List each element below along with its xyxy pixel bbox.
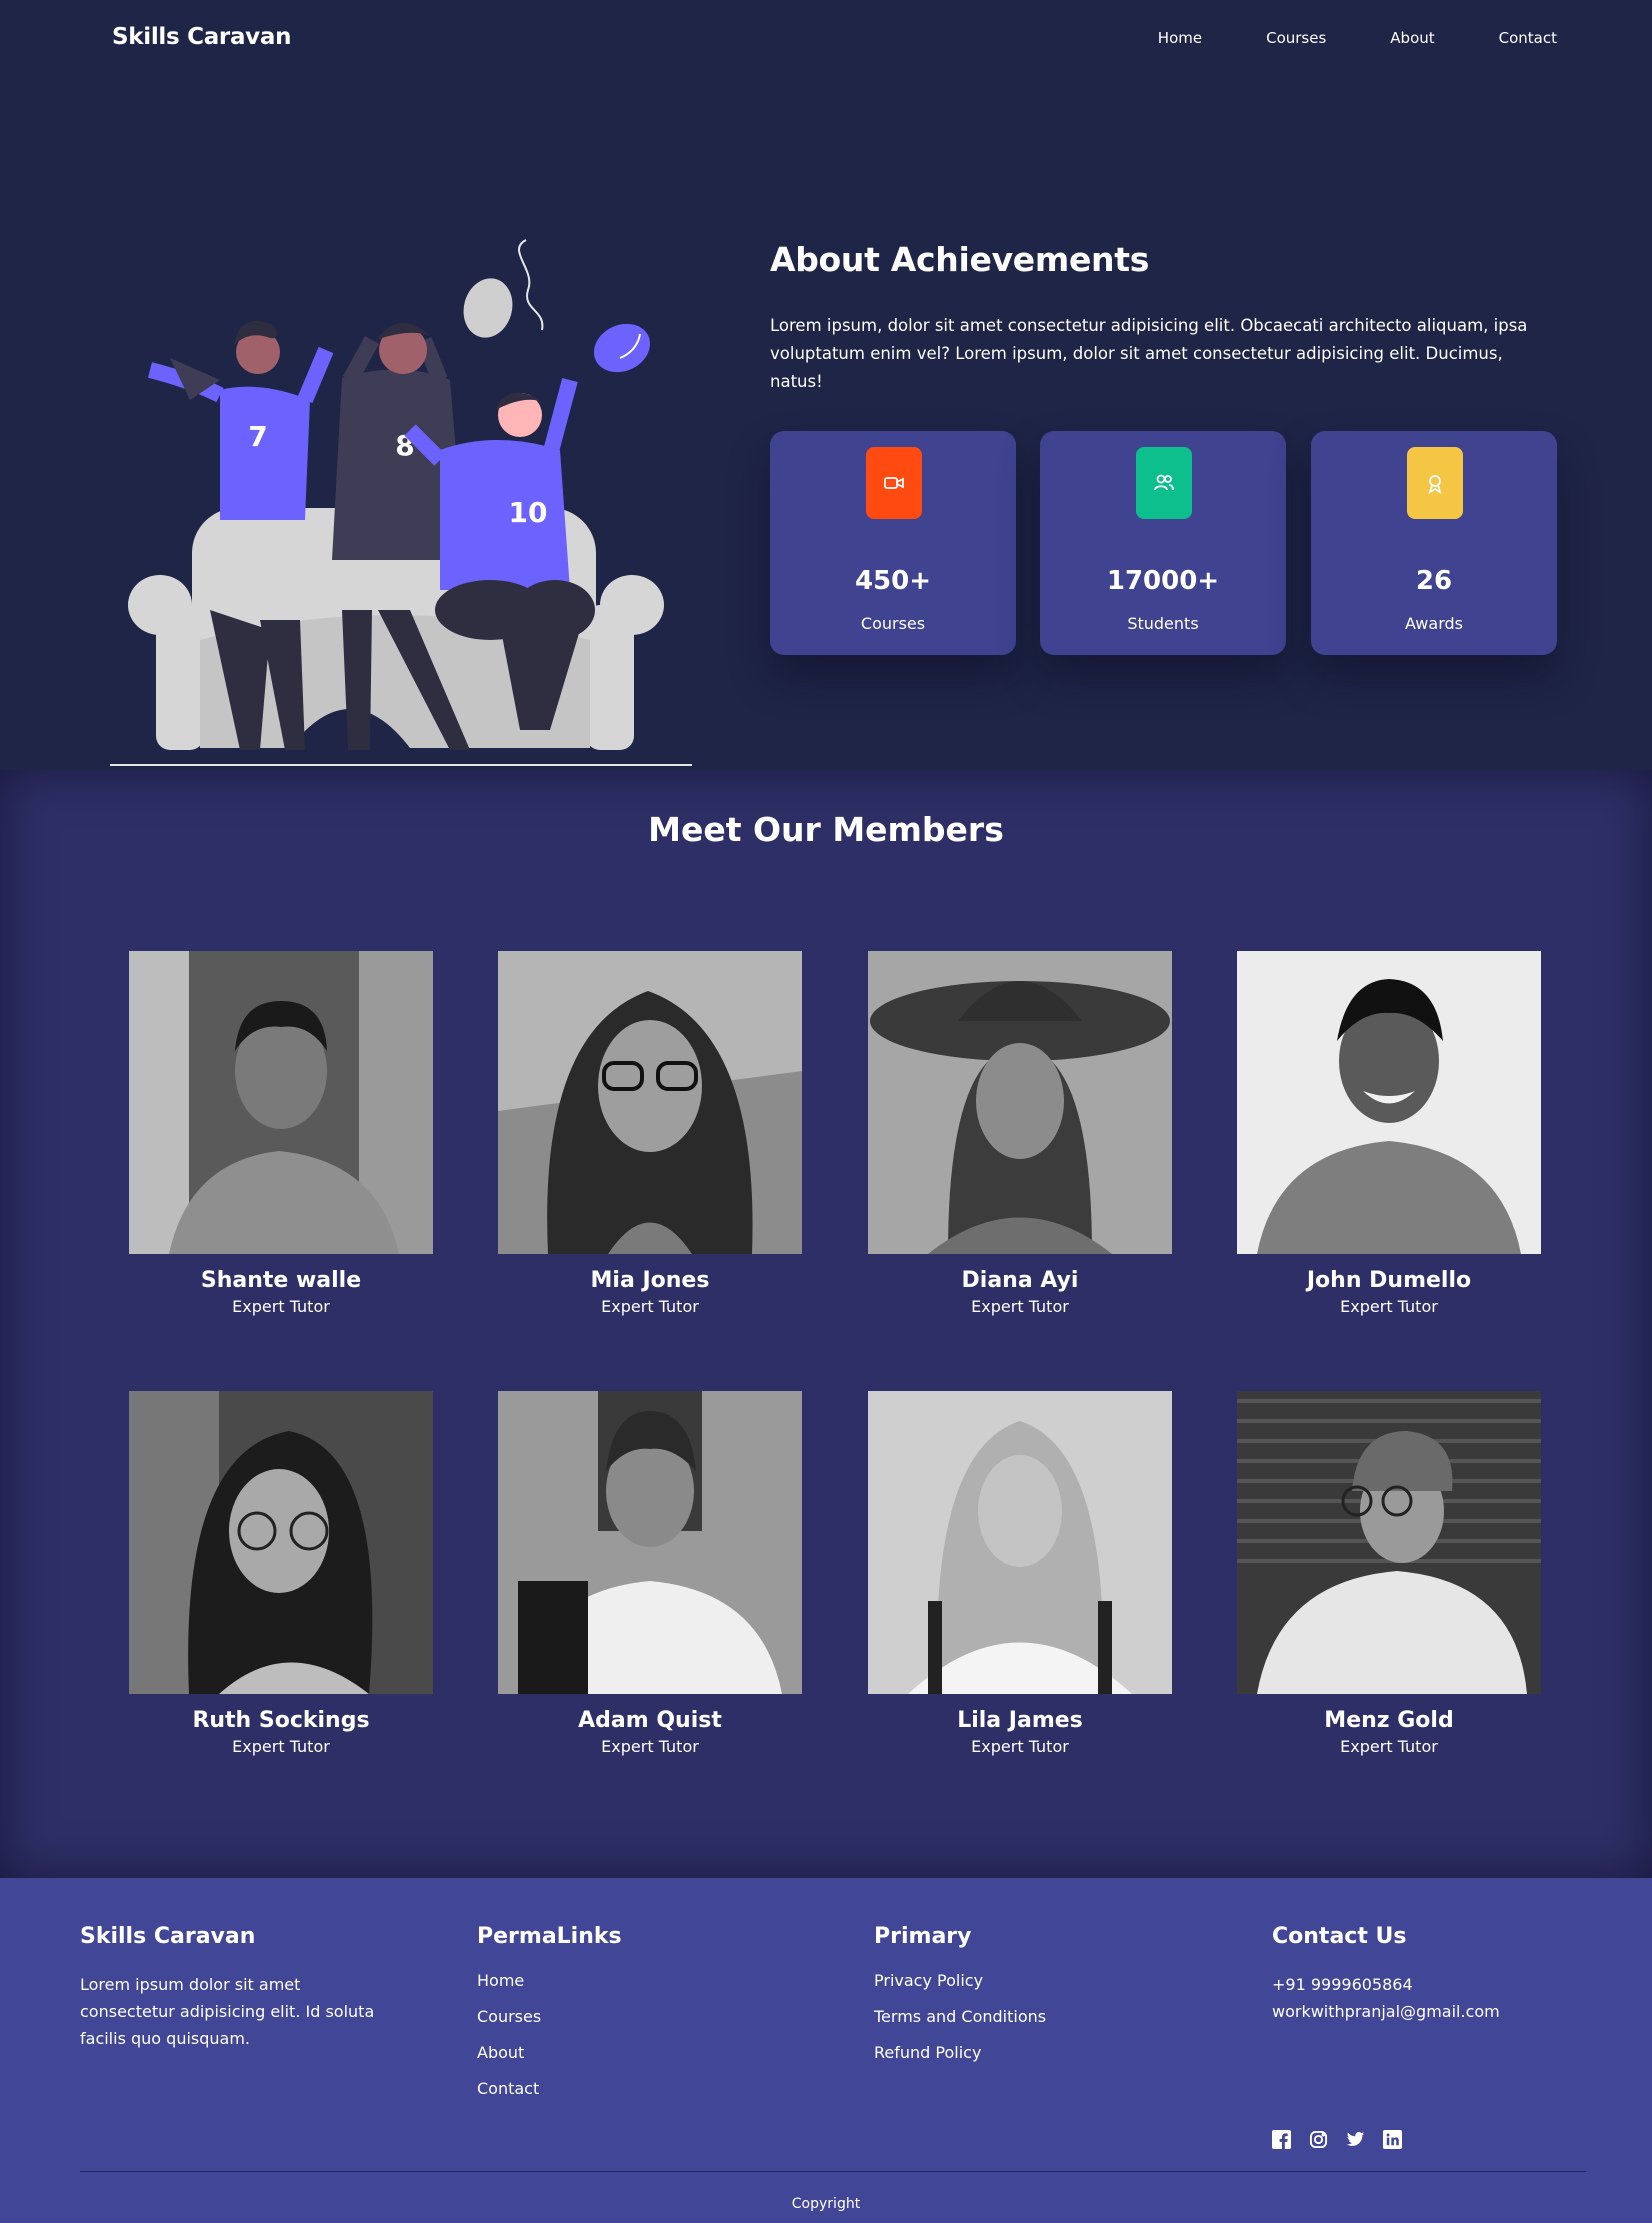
- main-nav: Home Courses About Contact: [1158, 29, 1557, 47]
- stat-card-courses: 450+ Courses: [770, 431, 1016, 655]
- jersey-number-7: 7: [248, 420, 267, 453]
- member-name: Menz Gold: [1324, 1708, 1454, 1733]
- member-photo: [868, 1391, 1172, 1694]
- footer-brand-title: Skills Caravan: [80, 1924, 256, 1949]
- member-role: Expert Tutor: [1340, 1737, 1438, 1756]
- member-role: Expert Tutor: [601, 1297, 699, 1316]
- footer-link-terms[interactable]: Terms and Conditions: [874, 2007, 1046, 2026]
- member-photo: [868, 951, 1172, 1254]
- footer-link-privacy[interactable]: Privacy Policy: [874, 1971, 1046, 1990]
- member-photo: [498, 1391, 802, 1694]
- member-card[interactable]: Mia Jones Expert Tutor: [498, 951, 802, 1316]
- linkedin-icon[interactable]: [1383, 2130, 1402, 2149]
- member-card[interactable]: Shante walle Expert Tutor: [129, 951, 433, 1316]
- stat-label: Courses: [860, 614, 926, 633]
- member-name: Mia Jones: [590, 1268, 710, 1293]
- achievements-title: About Achievements: [770, 240, 1150, 279]
- member-photo: [129, 951, 433, 1254]
- member-card[interactable]: Menz Gold Expert Tutor: [1237, 1391, 1541, 1756]
- footer-phone[interactable]: +91 9999605864: [1272, 1971, 1500, 1998]
- copyright-text: Copyright: [791, 2196, 861, 2212]
- footer-permalinks: PermaLinks Home Courses About Contact: [477, 1924, 622, 2115]
- member-role: Expert Tutor: [971, 1297, 1069, 1316]
- instagram-icon[interactable]: [1309, 2130, 1328, 2149]
- stat-card-awards: 26 Awards: [1311, 431, 1557, 655]
- achievements-description: Lorem ipsum, dolor sit amet consectetur …: [770, 316, 1528, 391]
- footer-link-refund[interactable]: Refund Policy: [874, 2043, 1046, 2062]
- stat-label: Students: [1127, 614, 1199, 633]
- member-card[interactable]: Diana Ayi Expert Tutor: [868, 951, 1172, 1316]
- member-card[interactable]: Ruth Sockings Expert Tutor: [129, 1391, 433, 1756]
- member-role: Expert Tutor: [971, 1737, 1069, 1756]
- facebook-icon[interactable]: [1272, 2130, 1291, 2149]
- member-card[interactable]: Adam Quist Expert Tutor: [498, 1391, 802, 1756]
- site-footer: Skills Caravan Lorem ipsum dolor sit ame…: [0, 1878, 1652, 2223]
- footer-brand: Skills Caravan Lorem ipsum dolor sit ame…: [80, 1924, 390, 2052]
- footer-contact-title: Contact Us: [1272, 1924, 1407, 1949]
- footer-permalinks-title: PermaLinks: [477, 1924, 622, 1949]
- stat-label: Awards: [1405, 614, 1463, 633]
- video-camera-icon: [866, 447, 922, 519]
- stat-card-students: 17000+ Students: [1040, 431, 1286, 655]
- nav-contact-link[interactable]: Contact: [1499, 29, 1557, 47]
- celebrating-people-illustration: 7 8 10: [110, 239, 692, 766]
- footer-primary: Primary Privacy Policy Terms and Conditi…: [874, 1924, 1046, 2079]
- member-name: John Dumello: [1306, 1268, 1472, 1293]
- footer-link-contact[interactable]: Contact: [477, 2079, 622, 2098]
- footer-link-home[interactable]: Home: [477, 1971, 622, 1990]
- footer-brand-text: Lorem ipsum dolor sit amet consectetur a…: [80, 1975, 375, 2048]
- footer-primary-title: Primary: [874, 1924, 972, 1949]
- twitter-icon[interactable]: [1346, 2130, 1365, 2149]
- members-title: Meet Our Members: [648, 810, 1004, 849]
- members-section: Meet Our Members Shante walle Expert Tut…: [0, 770, 1652, 1878]
- nav-courses-link[interactable]: Courses: [1266, 29, 1326, 47]
- member-role: Expert Tutor: [232, 1297, 330, 1316]
- member-photo: [1237, 1391, 1541, 1694]
- member-card[interactable]: John Dumello Expert Tutor: [1237, 951, 1541, 1316]
- achievements-section: 7 8 10 About Achievements Lorem ipsum, d…: [0, 80, 1652, 770]
- stat-value: 17000+: [1106, 566, 1220, 596]
- member-role: Expert Tutor: [1340, 1297, 1438, 1316]
- member-photo: [498, 951, 802, 1254]
- member-name: Ruth Sockings: [192, 1708, 370, 1733]
- site-header: Skills Caravan Home Courses About Contac…: [0, 0, 1652, 80]
- users-icon: [1136, 447, 1192, 519]
- member-role: Expert Tutor: [232, 1737, 330, 1756]
- footer-divider: [80, 2171, 1586, 2172]
- social-links: [1272, 2130, 1402, 2149]
- site-logo[interactable]: Skills Caravan: [112, 24, 291, 50]
- nav-home-link[interactable]: Home: [1158, 29, 1202, 47]
- member-name: Adam Quist: [578, 1708, 722, 1733]
- member-photo: [129, 1391, 433, 1694]
- nav-about-link[interactable]: About: [1390, 29, 1434, 47]
- member-name: Diana Ayi: [961, 1268, 1079, 1293]
- footer-contact: Contact Us +91 9999605864 workwithpranja…: [1272, 1924, 1500, 2025]
- award-icon: [1407, 447, 1463, 519]
- member-role: Expert Tutor: [601, 1737, 699, 1756]
- jersey-number-10: 10: [509, 496, 548, 529]
- footer-link-about[interactable]: About: [477, 2043, 622, 2062]
- footer-email[interactable]: workwithpranjal@gmail.com: [1272, 1998, 1500, 2025]
- member-photo: [1237, 951, 1541, 1254]
- stat-value: 26: [1415, 566, 1453, 596]
- member-card[interactable]: Lila James Expert Tutor: [868, 1391, 1172, 1756]
- stat-value: 450+: [854, 566, 932, 596]
- member-name: Shante walle: [200, 1268, 362, 1293]
- member-name: Lila James: [957, 1708, 1083, 1733]
- footer-link-courses[interactable]: Courses: [477, 2007, 622, 2026]
